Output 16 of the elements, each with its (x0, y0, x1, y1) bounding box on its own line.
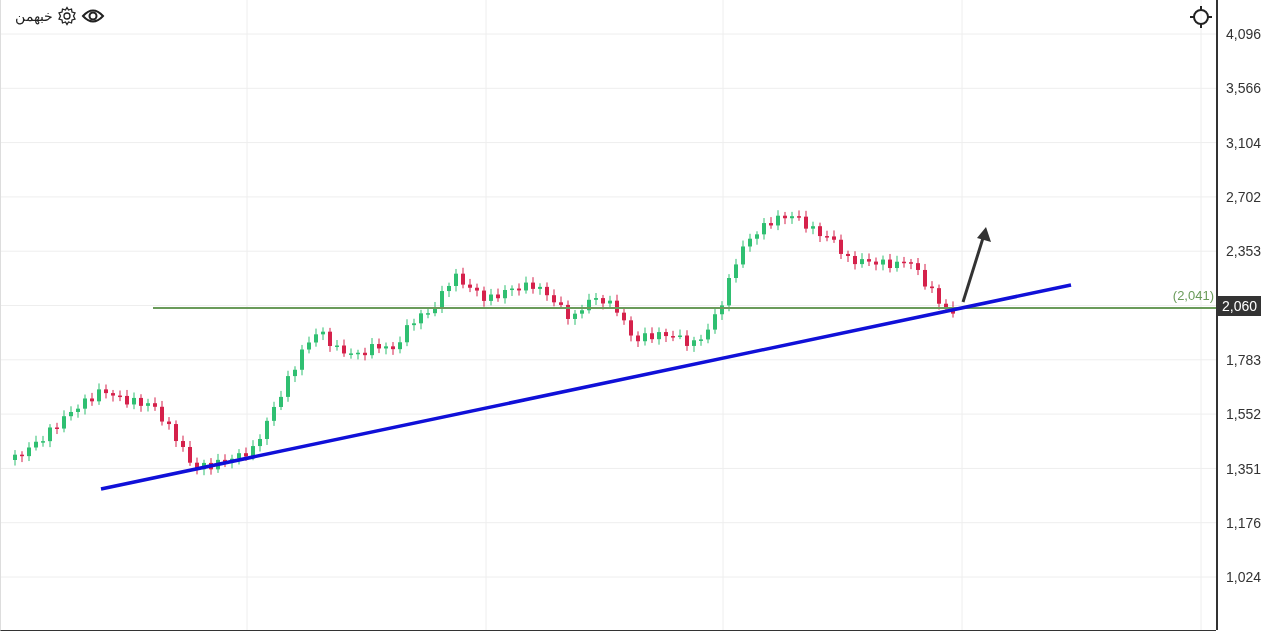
price-label: 1,552 (1225, 405, 1263, 425)
price-label: 2,702 (1225, 188, 1263, 208)
settings-icon[interactable] (57, 6, 77, 26)
price-label: 3,104 (1225, 133, 1263, 153)
level-label: (2,041) (1172, 288, 1214, 303)
eye-icon[interactable] (81, 7, 105, 25)
price-label: 1,024 (1225, 568, 1263, 588)
price-label: 2,060 (1218, 295, 1262, 316)
price-label: 1,783 (1225, 350, 1263, 370)
price-label: 1,351 (1225, 459, 1263, 479)
price-label: 1,176 (1225, 513, 1263, 533)
symbol-name: خبهمن (15, 8, 53, 24)
crosshair-icon[interactable] (1190, 6, 1212, 28)
price-label: 3,566 (1225, 79, 1263, 99)
price-label: 4,096 (1225, 25, 1263, 45)
price-label: 2,353 (1225, 242, 1263, 262)
